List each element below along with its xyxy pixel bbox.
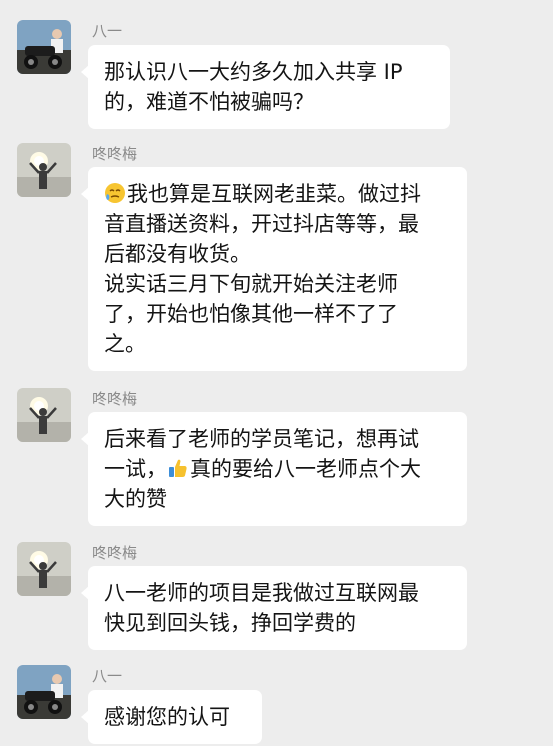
sender-name: 八一 bbox=[92, 22, 123, 40]
sender-name: 咚咚梅 bbox=[92, 390, 138, 408]
message-text: 我也算是互联网老韭菜。做过抖 bbox=[127, 182, 421, 206]
message-bubble[interactable]: 后来看了老师的学员笔记，想再试 一试， 真的要给八一老师点个大 大的赞 bbox=[81, 412, 467, 526]
message-bubble[interactable]: 感谢您的认可 bbox=[81, 690, 262, 744]
message-text: 真的要给八一老师点个大 bbox=[190, 457, 421, 481]
man-on-motorcycle-avatar[interactable] bbox=[17, 20, 71, 74]
message-line: 那认识八一大约多久加入共享 IP bbox=[104, 60, 403, 84]
woman-arms-raised-sunset-avatar[interactable] bbox=[17, 388, 71, 442]
thumbs-up-emoji bbox=[169, 459, 187, 477]
message-line: 的，难道不怕被骗吗？ bbox=[104, 90, 314, 114]
sender-name: 八一 bbox=[92, 667, 123, 685]
message-line: 一试， 真的要给八一老师点个大 bbox=[104, 454, 453, 484]
message-line: 说实话三月下旬就开始关注老师 bbox=[104, 272, 398, 296]
sender-name: 咚咚梅 bbox=[92, 544, 138, 562]
message-line: 快见到回头钱，挣回学费的 bbox=[104, 611, 356, 635]
message-line: 大的赞 bbox=[104, 487, 167, 511]
message-bubble[interactable]: 那认识八一大约多久加入共享 IP 的，难道不怕被骗吗？ bbox=[81, 45, 450, 129]
sender-name: 咚咚梅 bbox=[92, 145, 138, 163]
message-line: 音直播送资料，开过抖店等等，最 bbox=[104, 212, 419, 236]
crying-face-emoji bbox=[105, 183, 125, 203]
message-line: 后都没有收货。 bbox=[104, 242, 251, 266]
message-text: 一试， bbox=[104, 457, 167, 481]
message-line: 感谢您的认可 bbox=[104, 705, 230, 729]
woman-arms-raised-sunset-avatar[interactable] bbox=[17, 542, 71, 596]
woman-arms-raised-sunset-avatar[interactable] bbox=[17, 143, 71, 197]
man-on-motorcycle-avatar[interactable] bbox=[17, 665, 71, 719]
message-line: 之。 bbox=[104, 332, 146, 356]
chat-screen: 八一 那认识八一大约多久加入共享 IP 的，难道不怕被骗吗？ 咚咚梅 我也算是互… bbox=[0, 0, 553, 746]
message-bubble[interactable]: 我也算是互联网老韭菜。做过抖 音直播送资料，开过抖店等等，最 后都没有收货。 说… bbox=[81, 167, 467, 371]
message-line: 了，开始也怕像其他一样不了了 bbox=[104, 302, 398, 326]
message-bubble[interactable]: 八一老师的项目是我做过互联网最 快见到回头钱，挣回学费的 bbox=[81, 566, 467, 650]
message-line: 八一老师的项目是我做过互联网最 bbox=[104, 581, 419, 605]
message-line: 后来看了老师的学员笔记，想再试 bbox=[104, 427, 419, 451]
message-line: 我也算是互联网老韭菜。做过抖 bbox=[104, 179, 453, 209]
